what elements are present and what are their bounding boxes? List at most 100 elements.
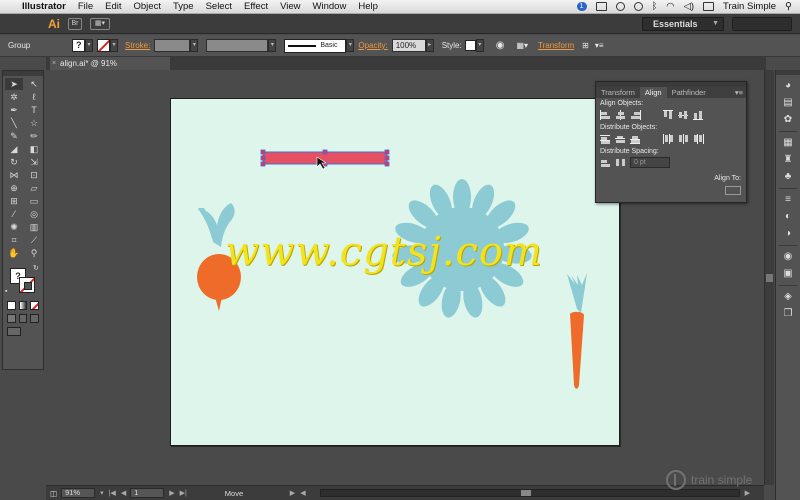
distribute-left-icon[interactable] (663, 134, 674, 144)
bluetooth-icon[interactable]: ᛒ (652, 1, 658, 12)
align-top-icon[interactable] (663, 110, 674, 120)
slice-tool-icon[interactable]: ⟋ (25, 234, 43, 246)
transparency-panel-icon[interactable]: ◑ (781, 228, 795, 240)
workspace-switcher[interactable]: Essentials ▼ (642, 17, 724, 31)
scale-tool-icon[interactable]: ⇲ (25, 156, 43, 168)
gradient-mode-icon[interactable] (18, 301, 28, 310)
menu-view[interactable]: View (280, 1, 300, 12)
stroke-weight-dropdown[interactable]: ▾ (190, 39, 199, 52)
variable-width-dropdown[interactable]: ▾ (268, 39, 277, 52)
graphic-styles-panel-icon[interactable]: ▣ (781, 268, 795, 280)
menu-window[interactable]: Window (313, 1, 347, 12)
align-options-icon[interactable]: ▦▾ (516, 41, 528, 50)
variable-width-field[interactable] (206, 39, 269, 52)
draw-normal-icon[interactable] (7, 314, 16, 323)
brush-dropdown[interactable]: ▾ (346, 39, 355, 52)
graphic-style-dropdown[interactable]: ▾ (475, 39, 484, 52)
spotlight-search-icon[interactable]: ⚲ (785, 1, 792, 12)
appearance-panel-icon[interactable]: ◉ (781, 251, 795, 263)
transform-label[interactable]: Transform (538, 41, 574, 50)
previous-artboard-icon[interactable]: ◀ (121, 489, 126, 497)
free-transform-tool-icon[interactable]: ⊡ (25, 169, 43, 181)
stroke-swatch[interactable] (97, 39, 110, 52)
selection-tool-icon[interactable]: ➤ (5, 78, 23, 90)
perspective-grid-tool-icon[interactable]: ▱ (25, 182, 43, 194)
vertical-distribute-space-icon[interactable] (600, 158, 611, 168)
time-machine-icon[interactable] (633, 2, 643, 11)
tab-pathfinder[interactable]: Pathfinder (667, 87, 711, 98)
help-search-input[interactable] (732, 17, 792, 31)
artboards-panel-icon[interactable]: ❐ (781, 308, 795, 320)
magic-wand-tool-icon[interactable]: ✲ (5, 91, 23, 103)
distribute-right-icon[interactable] (693, 134, 704, 144)
fill-dropdown[interactable]: ▾ (85, 39, 93, 52)
menu-file[interactable]: File (78, 1, 93, 12)
align-bottom-icon[interactable] (693, 110, 704, 120)
opacity-field[interactable]: 100% (391, 39, 426, 52)
layers-panel-icon[interactable]: ◈ (781, 291, 795, 303)
user-name[interactable]: Train Simple (723, 1, 776, 12)
artboard-tool-icon[interactable]: ⌗ (5, 234, 23, 246)
menu-edit[interactable]: Edit (105, 1, 121, 12)
swatches-panel-icon[interactable]: ▦ (781, 137, 795, 149)
document-tab[interactable]: × align.ai* @ 91% (CMYK/Preview) (50, 57, 170, 81)
brush-definition-field[interactable]: Basic (284, 38, 347, 53)
battery-icon[interactable] (703, 2, 715, 11)
last-artboard-icon[interactable]: ▶| (180, 489, 187, 497)
line-segment-tool-icon[interactable]: ╲ (5, 117, 23, 129)
distribute-bottom-icon[interactable] (630, 134, 641, 144)
zoom-field[interactable]: 91% (61, 488, 96, 498)
eyedropper-tool-icon[interactable]: ⁄ (5, 208, 23, 220)
color-panel-icon[interactable]: ◕ (781, 80, 795, 92)
pencil-tool-icon[interactable]: ✏ (25, 130, 43, 142)
menu-app-name[interactable]: Illustrator (22, 1, 66, 12)
star-tool-icon[interactable]: ☆ (25, 117, 43, 129)
blob-brush-tool-icon[interactable]: ◢ (5, 143, 23, 155)
blend-tool-icon[interactable]: ◎ (25, 208, 43, 220)
dock-header[interactable] (776, 70, 800, 75)
default-fill-stroke-icon[interactable]: ▪ (5, 288, 7, 295)
lasso-tool-icon[interactable]: ℓ (25, 91, 43, 103)
color-mode-icon[interactable] (7, 301, 16, 310)
horizontal-scroll-thumb[interactable] (520, 490, 531, 496)
draw-behind-icon[interactable] (18, 314, 28, 323)
wifi-icon[interactable]: ◠ (666, 1, 674, 12)
volume-icon[interactable]: ◁) (684, 1, 694, 12)
artboard-number-field[interactable]: 1 (130, 488, 165, 498)
menu-type[interactable]: Type (173, 1, 194, 12)
display-icon[interactable] (595, 2, 607, 11)
shape-builder-tool-icon[interactable]: ⊕ (5, 182, 23, 194)
pen-tool-icon[interactable]: ✒ (5, 104, 23, 116)
color-guide-icon[interactable]: ▤ (781, 97, 795, 109)
direct-selection-tool-icon[interactable]: ↖ (25, 78, 43, 90)
align-vertical-center-icon[interactable] (678, 110, 689, 120)
gradient-panel-icon[interactable]: ◐ (781, 211, 795, 223)
draw-inside-icon[interactable] (30, 314, 40, 323)
first-artboard-icon[interactable]: |◀ (109, 489, 116, 497)
close-tab-icon[interactable]: × (52, 57, 56, 70)
hand-tool-icon[interactable]: ✋ (5, 247, 23, 259)
mesh-tool-icon[interactable]: ⊞ (5, 195, 23, 207)
opacity-dropdown[interactable]: ▸ (425, 39, 434, 52)
control-bar-menu-icon[interactable]: ▾≡ (595, 41, 604, 50)
scroll-left-icon[interactable]: ◀ (300, 489, 305, 497)
paintbrush-tool-icon[interactable]: ✎ (5, 130, 23, 142)
align-right-icon[interactable] (630, 110, 641, 120)
stroke-color-box[interactable] (19, 277, 35, 293)
distribute-horizontal-center-icon[interactable] (678, 134, 689, 144)
brushes-panel-icon[interactable]: ♜ (781, 154, 795, 166)
status-menu-icon[interactable]: ▶ (290, 489, 295, 497)
width-tool-icon[interactable]: ⋈ (5, 169, 23, 181)
distribute-top-icon[interactable] (600, 134, 611, 144)
align-horizontal-center-icon[interactable] (615, 110, 626, 120)
align-to-selection-dropdown[interactable] (725, 186, 741, 195)
opacity-label[interactable]: Opacity: (358, 41, 387, 50)
gradient-tool-icon[interactable]: ▭ (25, 195, 43, 207)
symbols-panel-icon[interactable]: ♣ (781, 171, 795, 183)
swap-fill-stroke-icon[interactable]: ↻ (33, 264, 39, 272)
transform-options-icon[interactable]: ⊞ (582, 41, 589, 50)
carrot-shape[interactable] (567, 273, 587, 389)
recolor-artwork-icon[interactable]: ◉ (496, 40, 505, 51)
menu-help[interactable]: Help (358, 1, 378, 12)
stroke-panel-icon[interactable]: ≡ (781, 194, 795, 206)
